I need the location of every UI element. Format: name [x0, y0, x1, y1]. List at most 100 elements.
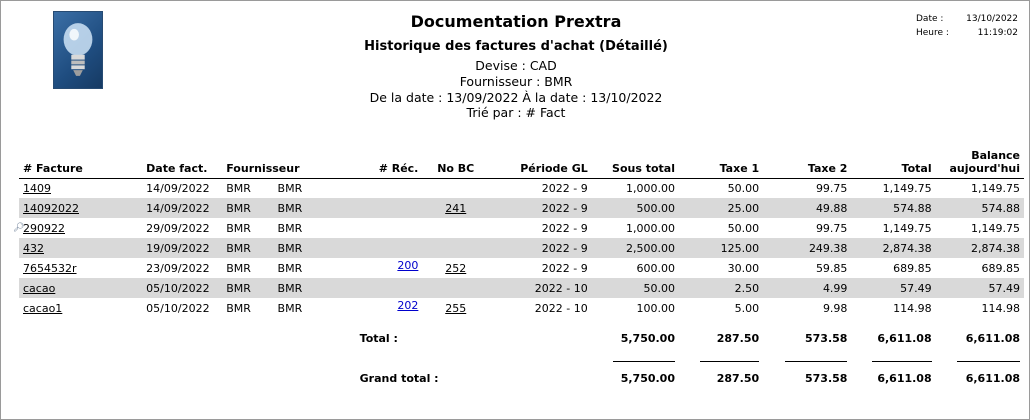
underline-row — [19, 348, 1024, 368]
subtotal: 600.00 — [636, 261, 675, 275]
tax2: 59.85 — [815, 261, 848, 275]
supplier-code: BMR — [226, 301, 251, 315]
supplier-code: BMR — [226, 261, 251, 275]
invoice-link[interactable]: cacao — [23, 282, 55, 295]
invoice-date: 14/09/2022 — [146, 181, 210, 195]
table-header: # Facture Date fact. Fournisseur # Réc. … — [19, 144, 1024, 179]
supplier-name: BMR — [273, 278, 356, 298]
po-link[interactable]: 255 — [445, 302, 466, 315]
total-sous-total: 5,750.00 — [620, 331, 675, 345]
receipt-link-cell: 202 — [356, 298, 423, 318]
table-row: 432 19/09/2022 BMR BMR 2022 - 9 2,500.00 125.0… — [19, 238, 1024, 258]
receipt-link[interactable]: 200 — [397, 259, 418, 272]
tax1: 2.50 — [678, 278, 764, 298]
invoice-link[interactable]: 7654532r — [23, 262, 77, 275]
col-taxe1: Taxe 1 — [678, 144, 764, 179]
col-periode: Période GL — [489, 144, 592, 179]
po-link — [422, 278, 490, 298]
underline — [872, 360, 932, 362]
gl-period: 2022 - 10 — [489, 278, 592, 298]
gl-period: 2022 - 9 — [489, 238, 592, 258]
receipt-link[interactable]: 202 — [397, 299, 418, 312]
gl-period: 2022 - 9 — [541, 221, 588, 235]
po-link[interactable]: 241 — [445, 202, 466, 215]
supplier-code: BMR — [226, 221, 251, 235]
tax1: 50.00 — [727, 221, 760, 235]
tax2: 49.88 — [763, 198, 852, 218]
row-total: 689.85 — [893, 261, 932, 275]
total-total: 6,611.08 — [877, 331, 932, 345]
po-link — [422, 178, 489, 198]
receipt-link-cell: 200 — [356, 258, 423, 278]
table-row: 7654532r 23/09/2022 BMR BMR 200 252 2022 - 9 60… — [19, 258, 1024, 278]
tax1: 125.00 — [678, 238, 764, 258]
po-link[interactable]: 252 — [445, 262, 466, 275]
tax2: 99.75 — [815, 221, 848, 235]
supplier-code: BMR — [222, 278, 274, 298]
invoice-date: 05/10/2022 — [142, 278, 223, 298]
total-row: Total : 5,750.00 287.50 573.58 6,611.08 … — [19, 328, 1024, 348]
grand-total-balance: 6,611.08 — [965, 371, 1020, 385]
tax1: 5.00 — [734, 301, 760, 315]
supplier-name: BMR — [277, 181, 303, 195]
col-balance-line1: Balance — [971, 148, 1020, 162]
subtotal: 1,000.00 — [626, 181, 675, 195]
receipt-link — [355, 198, 423, 218]
date-label: Date : — [916, 14, 944, 24]
balance-today: 1,149.75 — [971, 181, 1020, 195]
tax1: 50.00 — [727, 181, 760, 195]
invoice-link[interactable]: cacao1 — [23, 302, 62, 315]
col-facture: # Facture — [19, 144, 143, 179]
gl-period: 2022 - 10 — [534, 301, 588, 315]
invoice-link-cell: 14092022 — [19, 198, 143, 218]
print-meta: Date : 13/10/2022 Heure : 11:19:02 — [916, 12, 1018, 40]
tax2: 4.99 — [763, 278, 852, 298]
balance-today: 689.85 — [981, 261, 1021, 275]
grand-total-label: Grand total : — [359, 371, 439, 385]
tax2: 99.75 — [815, 181, 848, 195]
balance-today: 57.49 — [935, 278, 1024, 298]
invoice-link-cell: 290922 — [19, 218, 142, 238]
total-label: Total : — [359, 331, 398, 345]
subtotal: 1,000.00 — [626, 221, 675, 235]
invoice-date: 19/09/2022 — [142, 238, 223, 258]
subtotal: 50.00 — [591, 278, 679, 298]
row-total: 114.98 — [893, 301, 932, 315]
tax2: 9.98 — [822, 301, 848, 315]
receipt-link — [356, 218, 423, 238]
date-value: 13/10/2022 — [966, 14, 1018, 24]
invoice-link[interactable]: 1409 — [23, 182, 51, 195]
col-balance-line2: aujourd'hui — [949, 161, 1020, 175]
gl-period: 2022 - 9 — [489, 198, 592, 218]
invoice-link-cell: 432 — [19, 238, 143, 258]
po-link — [422, 218, 489, 238]
col-rec: # Réc. — [355, 144, 423, 179]
underline — [957, 360, 1020, 362]
supplier-line: Fournisseur : BMR — [459, 74, 573, 89]
invoice-link[interactable]: 14092022 — [23, 202, 79, 215]
row-total: 2,874.38 — [851, 238, 936, 258]
time-value: 11:19:02 — [977, 28, 1018, 38]
tax1: 30.00 — [727, 261, 760, 275]
table-row: 14092022 14/09/2022 BMR BMR 241 2022 - 9 500.0… — [19, 198, 1024, 218]
table-row: 290922 29/09/2022 BMR BMR 2022 - 9 1,000.00 50… — [19, 218, 1024, 238]
supplier-name: BMR — [273, 198, 356, 218]
invoice-link[interactable]: 290922 — [23, 222, 65, 235]
supplier-code: BMR — [222, 198, 274, 218]
table-row: 1409 14/09/2022 BMR BMR 2022 - 9 1,000.00 50.0… — [19, 178, 1024, 198]
balance-today: 574.88 — [935, 198, 1024, 218]
col-fournisseur: Fournisseur — [222, 144, 356, 179]
report-title: Documentation Prextra — [410, 12, 622, 31]
supplier-name: BMR — [277, 221, 303, 235]
currency-line: Devise : CAD — [475, 58, 557, 73]
supplier-name: BMR — [277, 261, 303, 275]
subtotal: 500.00 — [591, 198, 679, 218]
grand-total-taxe2: 573.58 — [804, 371, 848, 385]
row-total: 574.88 — [851, 198, 936, 218]
underline — [699, 360, 760, 362]
row-total: 1,149.75 — [882, 181, 932, 195]
invoice-link[interactable]: 432 — [23, 242, 44, 255]
date-range-line: De la date : 13/09/2022 À la date : 13/1… — [369, 90, 663, 105]
po-link — [422, 238, 490, 258]
po-link-cell: 241 — [422, 198, 490, 218]
